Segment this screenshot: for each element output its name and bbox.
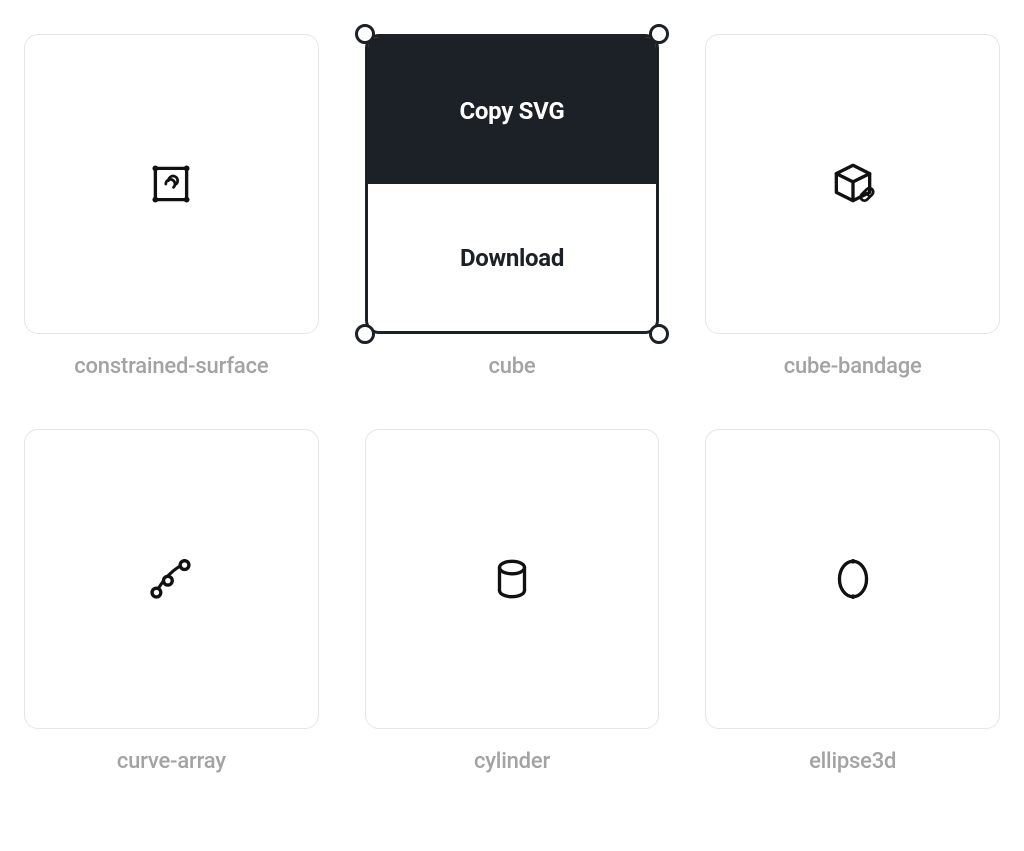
- icon-card-cube[interactable]: Copy SVG Download: [365, 34, 660, 334]
- constrained-surface-icon: [146, 159, 196, 209]
- ellipse3d-icon: [828, 554, 878, 604]
- curve-array-icon: [146, 554, 196, 604]
- cube-bandage-icon: [828, 159, 878, 209]
- icon-card-cube-bandage[interactable]: [705, 34, 1000, 334]
- icon-label: cube: [365, 354, 660, 379]
- icon-label: curve-array: [24, 749, 319, 774]
- icon-label: constrained-surface: [24, 354, 319, 379]
- selection-handle-tl[interactable]: [355, 24, 375, 44]
- selection-handle-bl[interactable]: [355, 324, 375, 344]
- download-button[interactable]: Download: [368, 184, 657, 331]
- icon-card-cylinder[interactable]: [365, 429, 660, 729]
- icon-label: ellipse3d: [705, 749, 1000, 774]
- icon-cell-cube-bandage: cube-bandage: [705, 34, 1000, 379]
- selection-handle-br[interactable]: [649, 324, 669, 344]
- icon-label: cube-bandage: [705, 354, 1000, 379]
- icon-card-ellipse3d[interactable]: [705, 429, 1000, 729]
- icon-grid: constrained-surface Copy SVG Download cu…: [24, 34, 1000, 774]
- copy-svg-button[interactable]: Copy SVG: [368, 37, 657, 184]
- icon-label: cylinder: [365, 749, 660, 774]
- icon-cell-ellipse3d: ellipse3d: [705, 429, 1000, 774]
- cylinder-icon: [487, 554, 537, 604]
- icon-cell-cube: Copy SVG Download cube: [365, 34, 660, 379]
- selection-handle-tr[interactable]: [649, 24, 669, 44]
- icon-cell-curve-array: curve-array: [24, 429, 319, 774]
- icon-card-constrained-surface[interactable]: [24, 34, 319, 334]
- icon-cell-cylinder: cylinder: [365, 429, 660, 774]
- icon-cell-constrained-surface: constrained-surface: [24, 34, 319, 379]
- icon-card-curve-array[interactable]: [24, 429, 319, 729]
